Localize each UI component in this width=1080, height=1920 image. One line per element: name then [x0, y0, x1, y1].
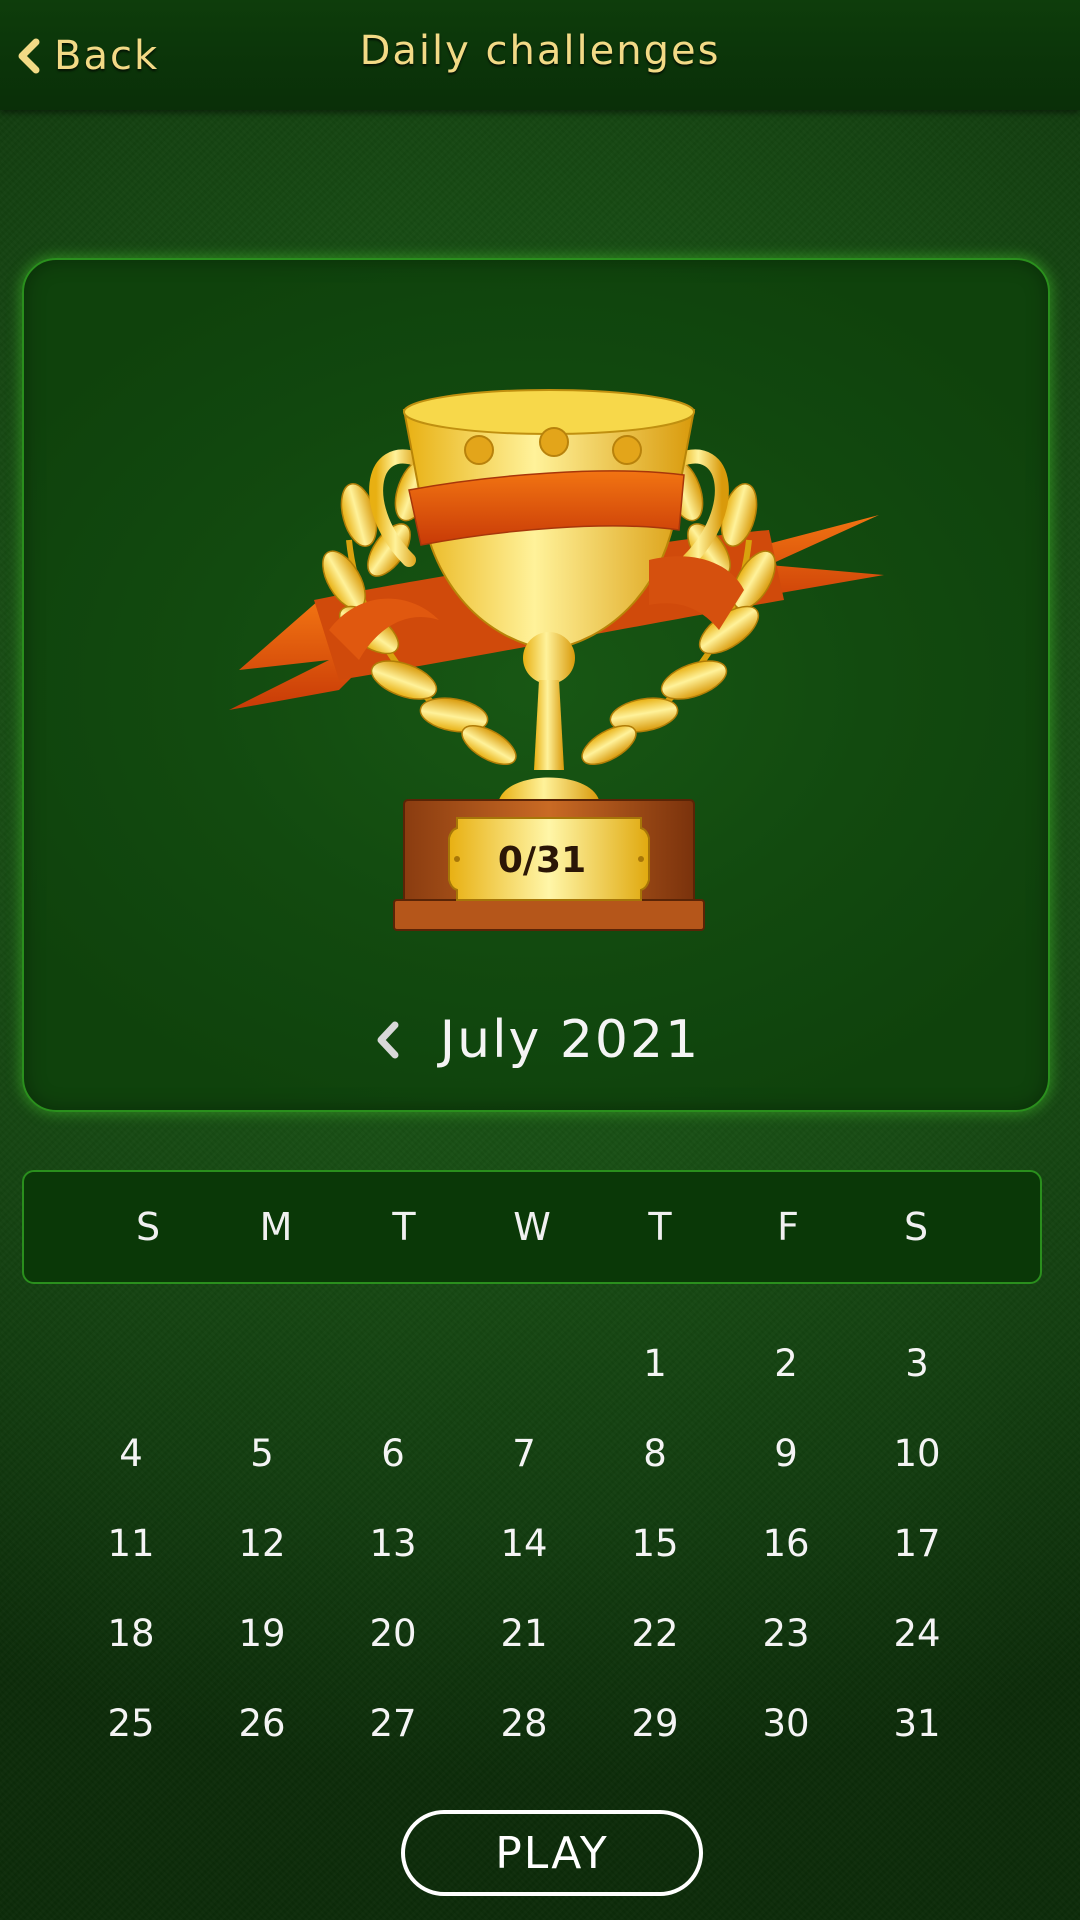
trophy-panel: 0/31 July 2021 — [22, 258, 1050, 1112]
calendar-day[interactable]: 17 — [852, 1498, 982, 1588]
calendar-day[interactable]: 24 — [852, 1588, 982, 1678]
calendar-day[interactable]: 16 — [721, 1498, 851, 1588]
calendar-day[interactable]: 22 — [590, 1588, 720, 1678]
calendar-day[interactable]: 15 — [590, 1498, 720, 1588]
calendar-day[interactable]: 8 — [590, 1408, 720, 1498]
chevron-left-icon[interactable] — [372, 1019, 402, 1061]
calendar-day[interactable]: 18 — [66, 1588, 196, 1678]
calendar-day[interactable]: 23 — [721, 1588, 851, 1678]
weekday-label: S — [135, 1205, 161, 1249]
calendar-day[interactable]: 6 — [328, 1408, 458, 1498]
calendar-day[interactable]: 12 — [197, 1498, 327, 1588]
calendar-day[interactable]: 26 — [197, 1678, 327, 1768]
weekday-label: M — [259, 1205, 293, 1249]
play-button[interactable]: PLAY — [401, 1810, 703, 1896]
calendar-day[interactable]: 3 — [852, 1318, 982, 1408]
calendar-day[interactable]: 29 — [590, 1678, 720, 1768]
weekday-label: F — [777, 1205, 799, 1249]
calendar-blank-cell — [66, 1318, 196, 1408]
calendar-day[interactable]: 30 — [721, 1678, 851, 1768]
calendar-day[interactable]: 7 — [459, 1408, 589, 1498]
challenge-progress-text: 0/31 — [497, 840, 587, 881]
calendar-day[interactable]: 2 — [721, 1318, 851, 1408]
weekday-label: T — [392, 1205, 416, 1249]
calendar-grid: 1 2 3 4 5 6 7 8 9 10 11 12 13 14 15 16 17 18 19 20 21 22 23 24 2… — [66, 1318, 1002, 1768]
weekday-label: T — [648, 1205, 672, 1249]
calendar-day[interactable]: 27 — [328, 1678, 458, 1768]
calendar-day[interactable]: 11 — [66, 1498, 196, 1588]
calendar-blank-cell — [197, 1318, 327, 1408]
header-bar: Back Daily challenges — [0, 0, 1080, 110]
calendar-day[interactable]: 9 — [721, 1408, 851, 1498]
weekday-label: S — [903, 1205, 929, 1249]
calendar-day[interactable]: 4 — [66, 1408, 196, 1498]
weekday-label: W — [513, 1205, 551, 1249]
calendar-day[interactable]: 13 — [328, 1498, 458, 1588]
calendar-day[interactable]: 25 — [66, 1678, 196, 1768]
calendar-blank-cell — [328, 1318, 458, 1408]
month-navigation: July 2021 — [24, 1005, 1048, 1075]
calendar-day[interactable]: 1 — [590, 1318, 720, 1408]
page-title: Daily challenges — [359, 28, 721, 74]
weekday-header: SMTWTFS — [22, 1170, 1042, 1284]
calendar-blank-cell — [459, 1318, 589, 1408]
calendar-day[interactable]: 19 — [197, 1588, 327, 1678]
calendar-day[interactable]: 21 — [459, 1588, 589, 1678]
calendar-day[interactable]: 10 — [852, 1408, 982, 1498]
calendar-day[interactable]: 5 — [197, 1408, 327, 1498]
calendar-day[interactable]: 31 — [852, 1678, 982, 1768]
calendar-day[interactable]: 20 — [328, 1588, 458, 1678]
month-label: July 2021 — [439, 1010, 701, 1070]
calendar-day[interactable]: 28 — [459, 1678, 589, 1768]
calendar-day[interactable]: 14 — [459, 1498, 589, 1588]
